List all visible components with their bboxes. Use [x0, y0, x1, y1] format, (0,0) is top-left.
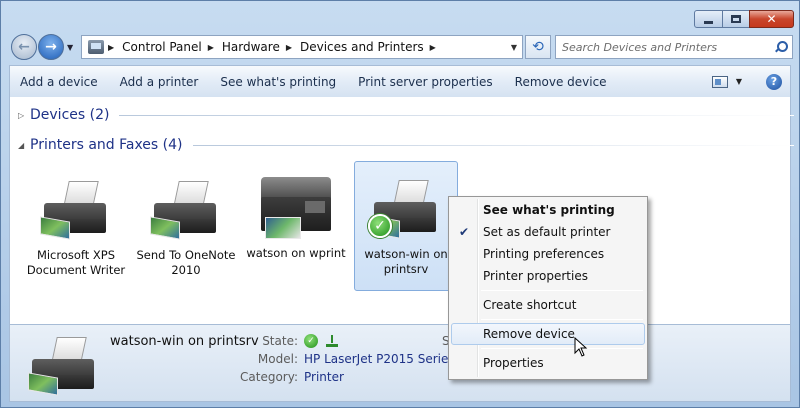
forward-button[interactable]: →: [38, 34, 64, 60]
menu-item-create-shortcut[interactable]: Create shortcut: [451, 294, 645, 316]
breadcrumb-label: Hardware: [221, 40, 280, 54]
details-state-value: ✓: [304, 333, 338, 348]
details-model-label: Model:: [257, 352, 298, 366]
printer-icon: [38, 181, 114, 245]
help-icon[interactable]: ?: [766, 73, 782, 90]
control-panel-icon: [88, 40, 104, 54]
command-bar: Add a device Add a printer See what's pr…: [9, 65, 791, 97]
search-box[interactable]: [555, 35, 793, 59]
forward-arrow-icon: →: [45, 39, 57, 55]
device-tile-xps-writer[interactable]: Microsoft XPS Document Writer: [24, 181, 128, 278]
group-printers-and-faxes[interactable]: ◢ Printers and Faxes (4): [18, 137, 794, 153]
menu-item-label: Create shortcut: [483, 298, 577, 312]
menu-item-label: See what's printing: [483, 203, 615, 217]
back-button[interactable]: ←: [11, 34, 37, 60]
caption-buttons: ✕: [694, 10, 794, 28]
navigation-bar: ← → ▼ ▶ Control Panel ▶ Hardware ▶ Devices…: [9, 34, 793, 60]
group-divider: [119, 114, 794, 116]
menu-separator: [481, 319, 643, 320]
breadcrumb-label: Control Panel: [122, 40, 202, 54]
expand-triangle-icon[interactable]: ▷: [18, 111, 30, 120]
see-whats-printing-button[interactable]: See what's printing: [220, 71, 336, 93]
checkmark-icon: ✔: [459, 225, 470, 239]
menu-item-printer-properties[interactable]: Printer properties: [451, 265, 645, 287]
menu-item-label: Properties: [483, 356, 544, 370]
address-history-dropdown-icon[interactable]: ▼: [506, 43, 522, 52]
devices-and-printers-window: ✕ ← → ▼ ▶ Control Panel ▶ Hardware ▶ Devic…: [0, 0, 800, 408]
close-icon: ✕: [766, 12, 777, 26]
recent-pages-dropdown-icon[interactable]: ▼: [67, 43, 73, 52]
minimize-button[interactable]: [694, 10, 723, 28]
ready-status-icon: ✓: [304, 333, 318, 348]
details-category-label: Category:: [240, 370, 298, 384]
change-view-icon[interactable]: [711, 75, 728, 88]
menu-separator: [481, 290, 643, 291]
chevron-right-icon: ▶: [207, 42, 214, 52]
device-label: Send To OneNote 2010: [136, 248, 236, 277]
menu-item-set-as-default-printer[interactable]: ✔ Set as default printer: [451, 221, 645, 243]
selected-printer-thumbnail: [26, 337, 102, 401]
remove-device-button[interactable]: Remove device: [515, 71, 607, 93]
details-category-value: Printer: [304, 370, 344, 384]
menu-item-label: Printing preferences: [483, 247, 605, 261]
back-arrow-icon: ←: [18, 39, 30, 55]
search-input[interactable]: [562, 40, 762, 54]
toolbar-right-controls: ▼ ?: [711, 73, 782, 90]
breadcrumb-devices-and-printers[interactable]: Devices and Printers ▶: [300, 40, 444, 54]
chevron-right-icon: ▶: [108, 42, 115, 52]
view-options-dropdown-icon[interactable]: ▼: [736, 77, 742, 86]
menu-item-label: Set as default printer: [483, 225, 611, 239]
maximize-icon: [731, 15, 741, 23]
details-state-label: State:: [262, 334, 298, 348]
minimize-icon: [704, 20, 713, 24]
fax-printer-icon: [257, 177, 335, 243]
device-label: Microsoft XPS Document Writer: [26, 248, 126, 277]
chevron-right-icon: ▶: [429, 42, 436, 52]
context-menu: See what's printing ✔ Set as default prin…: [448, 196, 648, 380]
search-icon[interactable]: [774, 41, 788, 53]
menu-item-remove-device[interactable]: Remove device: [451, 323, 645, 345]
address-bar[interactable]: ▶ Control Panel ▶ Hardware ▶ Devices and P…: [81, 35, 523, 59]
mouse-cursor-icon: [574, 337, 588, 357]
breadcrumb-root-arrow[interactable]: ▶: [108, 43, 122, 52]
menu-separator: [481, 348, 643, 349]
printer-icon: ✓: [368, 180, 444, 244]
group-devices[interactable]: ▷ Devices (2): [18, 107, 794, 123]
menu-item-label: Printer properties: [483, 269, 588, 283]
device-label: watson on wprint: [246, 246, 346, 260]
printer-icon: [148, 181, 224, 245]
printer-icon: [26, 337, 102, 401]
default-printer-check-icon: ✓: [368, 214, 392, 238]
details-model-value: HP LaserJet P2015 Serie...: [304, 352, 460, 366]
breadcrumb-hardware[interactable]: Hardware ▶: [222, 40, 300, 54]
add-printer-button[interactable]: Add a printer: [120, 71, 199, 93]
device-label: watson-win on printsrv: [364, 247, 448, 276]
device-list-pane: ▷ Devices (2) ◢ Printers and Faxes (4) M…: [9, 97, 794, 324]
device-tile-watson-on-wprint[interactable]: watson on wprint: [244, 177, 348, 261]
device-tile-watson-win-on-printsrv[interactable]: ✓ watson-win on printsrv: [354, 161, 458, 291]
maximize-button[interactable]: [722, 10, 750, 28]
menu-item-see-whats-printing[interactable]: See what's printing: [451, 199, 645, 221]
group-divider: [192, 144, 794, 146]
close-button[interactable]: ✕: [749, 10, 794, 28]
breadcrumb-control-panel[interactable]: Control Panel ▶: [122, 40, 222, 54]
menu-item-printing-preferences[interactable]: Printing preferences: [451, 243, 645, 265]
print-queue-icon: [326, 334, 338, 347]
collapse-triangle-icon[interactable]: ◢: [18, 141, 30, 150]
device-tile-send-to-onenote[interactable]: Send To OneNote 2010: [134, 181, 238, 278]
menu-item-label: Remove device: [483, 327, 575, 341]
print-server-properties-button[interactable]: Print server properties: [358, 71, 492, 93]
chevron-right-icon: ▶: [285, 42, 292, 52]
menu-item-properties[interactable]: Properties: [451, 352, 645, 374]
refresh-button[interactable]: ⟲: [525, 35, 551, 59]
add-device-button[interactable]: Add a device: [20, 71, 98, 93]
breadcrumb-label: Devices and Printers: [299, 40, 424, 54]
details-pane: watson-win on printsrv State: ✓ S Model:…: [9, 324, 791, 402]
refresh-icon: ⟲: [532, 39, 544, 55]
group-printers-label: Printers and Faxes (4): [30, 137, 183, 153]
group-devices-label: Devices (2): [30, 107, 110, 123]
